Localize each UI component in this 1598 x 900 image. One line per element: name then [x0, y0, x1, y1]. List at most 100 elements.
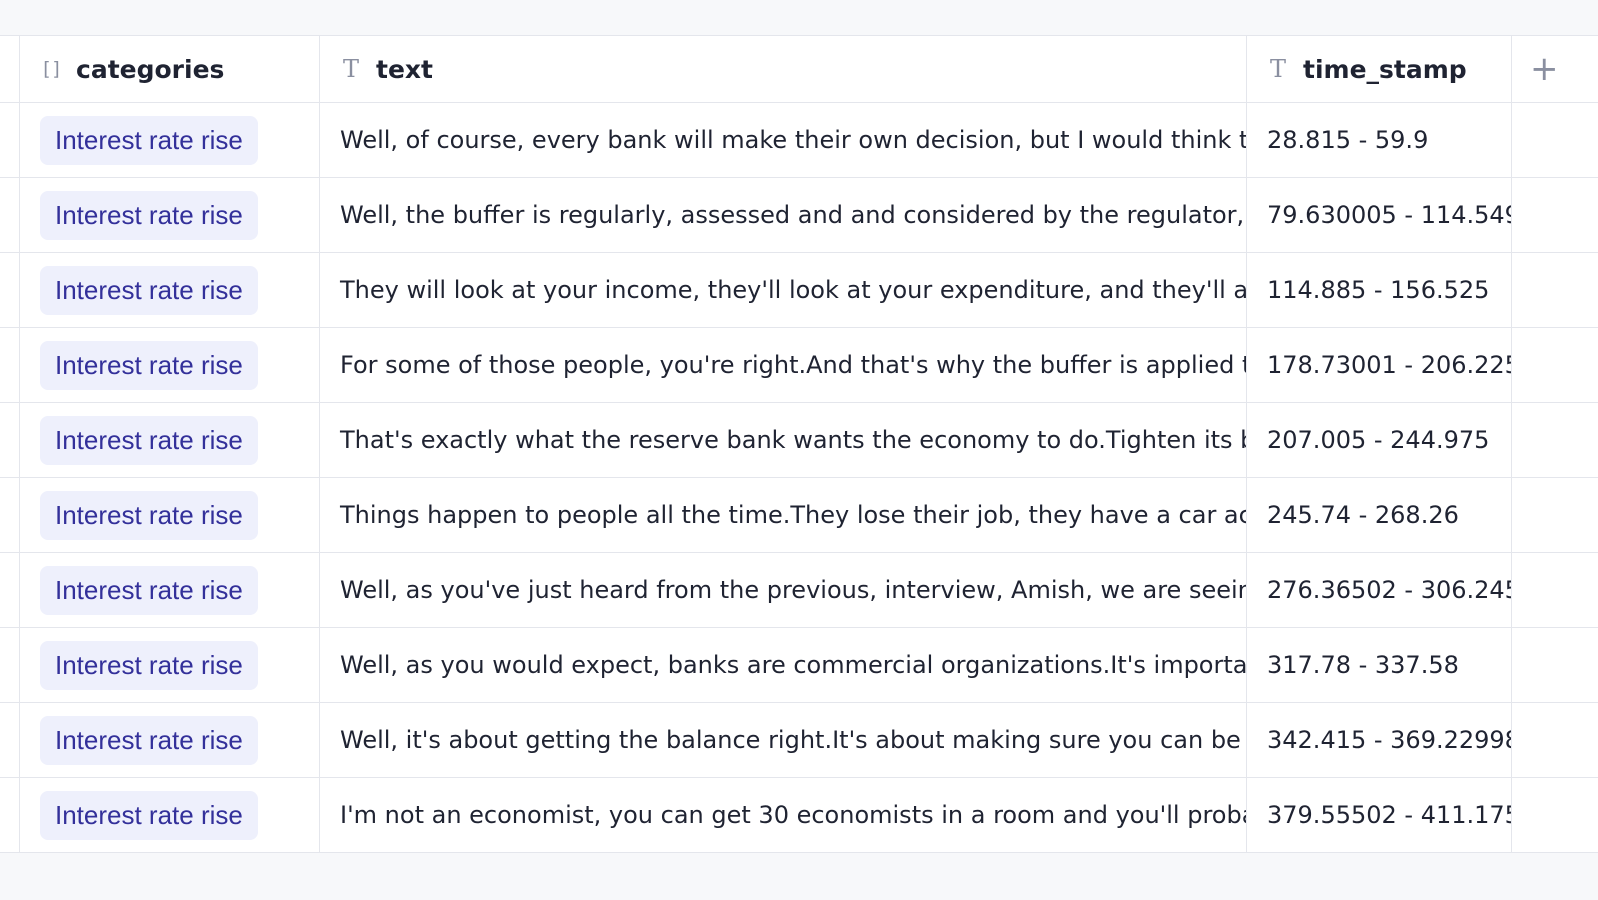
- categories-cell[interactable]: Interest rate rise: [20, 478, 320, 552]
- table-row[interactable]: Interest rate rise That's exactly what t…: [0, 403, 1598, 478]
- column-header-time-stamp[interactable]: T time_stamp: [1247, 36, 1512, 102]
- category-chip: Interest rate rise: [40, 415, 258, 465]
- table-row[interactable]: Interest rate rise Well, it's about gett…: [0, 703, 1598, 778]
- category-chip: Interest rate rise: [40, 790, 258, 840]
- time-stamp-cell[interactable]: 178.73001 - 206.225: [1247, 328, 1512, 402]
- column-header-label: time_stamp: [1303, 54, 1467, 84]
- row-gutter: [0, 103, 20, 177]
- row-gutter: [0, 328, 20, 402]
- table-row[interactable]: Interest rate rise Well, as you would ex…: [0, 628, 1598, 703]
- category-chip: Interest rate rise: [40, 190, 258, 240]
- text-cell[interactable]: Well, it's about getting the balance rig…: [320, 703, 1247, 777]
- text-value: Well, of course, every bank will make th…: [340, 126, 1247, 154]
- text-value: For some of those people, you're right.A…: [340, 351, 1247, 379]
- categories-cell[interactable]: Interest rate rise: [20, 328, 320, 402]
- table-row[interactable]: Interest rate rise They will look at you…: [0, 253, 1598, 328]
- table-row[interactable]: Interest rate rise Well, as you've just …: [0, 553, 1598, 628]
- text-value: Well, the buffer is regularly, assessed …: [340, 201, 1247, 229]
- time-stamp-value: 28.815 - 59.9: [1267, 126, 1429, 154]
- time-stamp-cell[interactable]: 379.55502 - 411.1750: [1247, 778, 1512, 852]
- categories-cell[interactable]: Interest rate rise: [20, 703, 320, 777]
- empty-cell: [1512, 553, 1598, 627]
- text-cell[interactable]: That's exactly what the reserve bank wan…: [320, 403, 1247, 477]
- text-value: They will look at your income, they'll l…: [340, 276, 1247, 304]
- category-chip: Interest rate rise: [40, 715, 258, 765]
- row-gutter: [0, 253, 20, 327]
- time-stamp-cell[interactable]: 276.36502 - 306.245: [1247, 553, 1512, 627]
- category-chip: Interest rate rise: [40, 115, 258, 165]
- table-footer-area: [0, 855, 1598, 900]
- time-stamp-value: 276.36502 - 306.245: [1267, 576, 1512, 604]
- categories-cell[interactable]: Interest rate rise: [20, 253, 320, 327]
- text-type-icon: T: [1269, 55, 1286, 83]
- time-stamp-cell[interactable]: 317.78 - 337.58: [1247, 628, 1512, 702]
- categories-cell[interactable]: Interest rate rise: [20, 403, 320, 477]
- categories-cell[interactable]: Interest rate rise: [20, 778, 320, 852]
- table-row[interactable]: Interest rate rise Well, of course, ever…: [0, 103, 1598, 178]
- time-stamp-value: 342.415 - 369.22998: [1267, 726, 1512, 754]
- empty-cell: [1512, 628, 1598, 702]
- categories-cell[interactable]: Interest rate rise: [20, 178, 320, 252]
- row-gutter: [0, 628, 20, 702]
- text-cell[interactable]: I'm not an economist, you can get 30 eco…: [320, 778, 1247, 852]
- row-gutter: [0, 703, 20, 777]
- text-cell[interactable]: Well, the buffer is regularly, assessed …: [320, 178, 1247, 252]
- category-chip: Interest rate rise: [40, 640, 258, 690]
- list-icon: []: [40, 58, 63, 80]
- empty-cell: [1512, 478, 1598, 552]
- column-header-categories[interactable]: [] categories: [20, 36, 320, 102]
- categories-cell[interactable]: Interest rate rise: [20, 553, 320, 627]
- empty-cell: [1512, 403, 1598, 477]
- time-stamp-value: 317.78 - 337.58: [1267, 651, 1459, 679]
- text-cell[interactable]: Well, as you would expect, banks are com…: [320, 628, 1247, 702]
- row-gutter-header: [0, 36, 20, 102]
- time-stamp-value: 114.885 - 156.525: [1267, 276, 1490, 304]
- data-table: [] categories T text T time_stamp + Inte…: [0, 35, 1598, 853]
- table-row[interactable]: Interest rate rise I'm not an economist,…: [0, 778, 1598, 853]
- text-value: Things happen to people all the time.The…: [340, 501, 1247, 529]
- time-stamp-cell[interactable]: 342.415 - 369.22998: [1247, 703, 1512, 777]
- time-stamp-cell[interactable]: 114.885 - 156.525: [1247, 253, 1512, 327]
- time-stamp-value: 207.005 - 244.975: [1267, 426, 1490, 454]
- row-gutter: [0, 778, 20, 852]
- row-gutter: [0, 478, 20, 552]
- time-stamp-value: 178.73001 - 206.225: [1267, 351, 1512, 379]
- category-chip: Interest rate rise: [40, 340, 258, 390]
- row-gutter: [0, 403, 20, 477]
- text-value: I'm not an economist, you can get 30 eco…: [340, 801, 1247, 829]
- table-row[interactable]: Interest rate rise Well, the buffer is r…: [0, 178, 1598, 253]
- text-value: Well, as you've just heard from the prev…: [340, 576, 1247, 604]
- empty-cell: [1512, 778, 1598, 852]
- category-chip: Interest rate rise: [40, 490, 258, 540]
- empty-cell: [1512, 103, 1598, 177]
- text-cell[interactable]: They will look at your income, they'll l…: [320, 253, 1247, 327]
- text-type-icon: T: [342, 55, 359, 83]
- table-row[interactable]: Interest rate rise Things happen to peop…: [0, 478, 1598, 553]
- row-gutter: [0, 553, 20, 627]
- empty-cell: [1512, 703, 1598, 777]
- table-header-row: [] categories T text T time_stamp +: [0, 36, 1598, 103]
- time-stamp-cell[interactable]: 28.815 - 59.9: [1247, 103, 1512, 177]
- empty-cell: [1512, 328, 1598, 402]
- row-gutter: [0, 178, 20, 252]
- text-cell[interactable]: For some of those people, you're right.A…: [320, 328, 1247, 402]
- time-stamp-cell[interactable]: 245.74 - 268.26: [1247, 478, 1512, 552]
- category-chip: Interest rate rise: [40, 265, 258, 315]
- category-chip: Interest rate rise: [40, 565, 258, 615]
- text-value: Well, it's about getting the balance rig…: [340, 726, 1247, 754]
- table-row[interactable]: Interest rate rise For some of those peo…: [0, 328, 1598, 403]
- time-stamp-cell[interactable]: 79.630005 - 114.5499: [1247, 178, 1512, 252]
- text-value: That's exactly what the reserve bank wan…: [340, 426, 1247, 454]
- column-header-text[interactable]: T text: [320, 36, 1247, 102]
- text-cell[interactable]: Things happen to people all the time.The…: [320, 478, 1247, 552]
- time-stamp-value: 379.55502 - 411.1750: [1267, 801, 1512, 829]
- plus-icon[interactable]: +: [1530, 49, 1559, 89]
- empty-cell: [1512, 253, 1598, 327]
- text-cell[interactable]: Well, as you've just heard from the prev…: [320, 553, 1247, 627]
- categories-cell[interactable]: Interest rate rise: [20, 103, 320, 177]
- text-cell[interactable]: Well, of course, every bank will make th…: [320, 103, 1247, 177]
- categories-cell[interactable]: Interest rate rise: [20, 628, 320, 702]
- time-stamp-cell[interactable]: 207.005 - 244.975: [1247, 403, 1512, 477]
- column-header-label: text: [376, 54, 433, 84]
- time-stamp-value: 245.74 - 268.26: [1267, 501, 1459, 529]
